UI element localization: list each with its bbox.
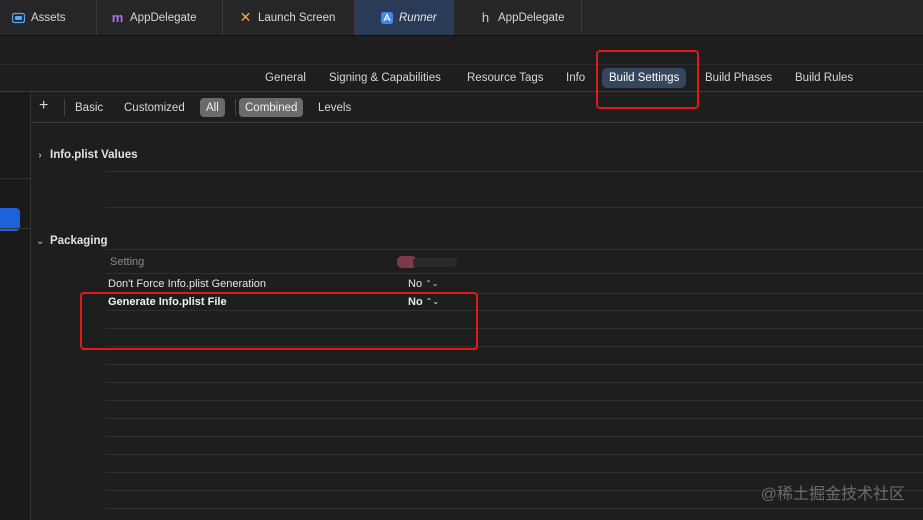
target-column-header	[397, 256, 457, 268]
tab-info[interactable]: Info	[566, 68, 585, 88]
tab-runner[interactable]: Runner	[355, 0, 454, 35]
toolbar-divider	[64, 99, 65, 116]
filter-combined[interactable]: Combined	[239, 98, 304, 117]
row-divider	[106, 207, 923, 208]
toolbar-divider	[235, 99, 236, 116]
chevron-down-icon[interactable]: ⌄	[36, 236, 44, 247]
popup-stepper-icon: ⌃⌄	[425, 279, 439, 288]
targets-sidebar	[0, 92, 31, 520]
annotation-box-generate-info-plist	[80, 292, 478, 350]
objc-h-file-icon: h	[481, 10, 490, 25]
row-divider	[106, 364, 923, 365]
row-divider	[106, 171, 923, 172]
storyboard-icon: ✕	[239, 9, 252, 25]
tab-signing-capabilities[interactable]: Signing & Capabilities	[329, 68, 441, 88]
setting-dont-force-info-plist[interactable]: Don't Force Info.plist Generation	[108, 278, 266, 290]
row-divider	[106, 382, 923, 383]
tab-general[interactable]: General	[265, 68, 306, 88]
column-header-setting: Setting	[110, 256, 145, 268]
row-divider	[106, 249, 923, 250]
setting-value: No	[408, 278, 423, 290]
objc-m-file-icon: m	[111, 10, 124, 25]
chevron-right-icon[interactable]: ›	[36, 150, 44, 161]
header-divider	[0, 64, 923, 65]
tab-label: AppDelegate	[498, 11, 565, 24]
tab-appdelegate-h[interactable]: h AppDelegate	[454, 0, 582, 35]
target-name-redacted	[413, 258, 457, 267]
row-divider	[106, 418, 923, 419]
project-settings-header: General Signing & Capabilities Resource …	[0, 36, 923, 92]
sidebar-divider	[0, 228, 30, 229]
section-title: Info.plist Values	[50, 149, 138, 161]
filter-levels[interactable]: Levels	[318, 98, 351, 117]
row-divider	[106, 436, 923, 437]
row-divider	[106, 508, 923, 509]
tab-label: Assets	[31, 11, 66, 24]
row-divider	[106, 472, 923, 473]
project-icon	[380, 11, 393, 24]
editor-tab-bar: Assets m AppDelegate ✕ Launch Screen Run…	[0, 0, 923, 36]
tab-launch-screen[interactable]: ✕ Launch Screen	[223, 0, 355, 35]
tab-build-phases[interactable]: Build Phases	[705, 68, 772, 88]
row-divider	[106, 400, 923, 401]
annotation-box-build-settings	[596, 50, 699, 109]
tab-build-rules[interactable]: Build Rules	[795, 68, 853, 88]
section-info-plist-values[interactable]: › Info.plist Values	[36, 149, 138, 161]
row-divider	[106, 454, 923, 455]
tab-resource-tags[interactable]: Resource Tags	[467, 68, 544, 88]
filter-basic[interactable]: Basic	[75, 98, 103, 117]
setting-value-popup[interactable]: No ⌃⌄	[408, 278, 438, 290]
watermark: @稀土掘金技术社区	[760, 486, 905, 503]
row-divider	[106, 273, 923, 274]
filter-customized[interactable]: Customized	[124, 98, 185, 117]
section-title: Packaging	[50, 235, 108, 247]
filter-all[interactable]: All	[200, 98, 225, 117]
tab-label: Launch Screen	[258, 11, 336, 24]
tab-appdelegate-m[interactable]: m AppDelegate	[97, 0, 223, 35]
section-packaging[interactable]: ⌄ Packaging	[36, 235, 108, 247]
tab-assets[interactable]: Assets	[0, 0, 97, 35]
assets-icon	[12, 11, 25, 24]
tab-label: Runner	[399, 11, 437, 24]
sidebar-divider	[0, 178, 30, 179]
add-setting-button[interactable]: +	[39, 98, 48, 114]
tab-label: AppDelegate	[130, 11, 197, 24]
build-settings-filter-bar: + Basic Customized All Combined Levels	[31, 92, 923, 123]
